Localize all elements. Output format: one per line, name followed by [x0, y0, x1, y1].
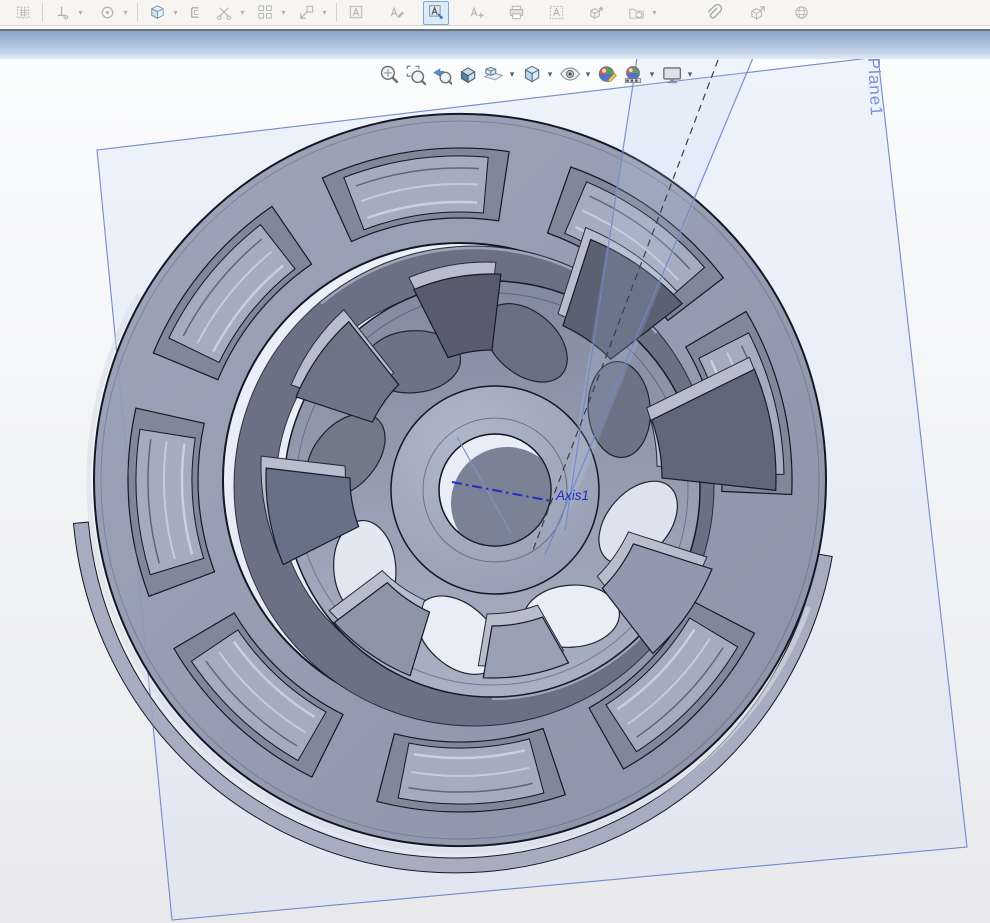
a-plus-icon [467, 3, 486, 22]
insert-annotation-button[interactable] [623, 1, 649, 25]
heads-up-view-toolbar: ▾ ▾ ▾ ▾ ▾ [376, 61, 696, 87]
apply-scene-button[interactable] [620, 61, 646, 87]
spell-checker-button[interactable] [383, 1, 409, 25]
paperclip-icon [704, 3, 723, 22]
printer-icon [507, 3, 526, 22]
graphics-viewport[interactable]: Axis1 Plane1 [0, 0, 990, 923]
feature-highlight-button[interactable] [583, 1, 609, 25]
viewport-top-gradient-bar [0, 31, 990, 59]
section-icon [456, 63, 478, 85]
attachments-button[interactable] [700, 1, 726, 25]
cube-sparkle-icon [587, 3, 606, 22]
exit-sketch-dropdown-arrow[interactable]: ▾ [319, 2, 330, 24]
hide-show-items-dropdown-arrow[interactable]: ▾ [582, 61, 594, 87]
view-orient-icon [482, 63, 504, 85]
plane1-label[interactable]: Plane1 [864, 57, 886, 117]
solid-bodies-button[interactable] [144, 1, 170, 25]
eye-icon [558, 63, 580, 85]
pack-and-go-button[interactable] [744, 1, 770, 25]
exit-arrow-icon [297, 3, 316, 22]
folder-cube-icon [627, 3, 646, 22]
monitor-icon [660, 63, 682, 85]
circle-icon [98, 3, 117, 22]
insert-annotation-dropdown-arrow[interactable]: ▾ [649, 2, 660, 24]
axis1-label[interactable]: Axis1 [555, 488, 589, 503]
pattern-icon [256, 3, 275, 22]
top-toolbar: ▾ ▾ ▾ ▾ ▾ ▾ ▾ [0, 0, 990, 26]
cube3d-icon [148, 3, 167, 22]
convert-entities-button[interactable] [181, 1, 207, 25]
previous-view-button[interactable] [428, 61, 454, 87]
scene-ball-icon [622, 63, 644, 85]
reference-axis-button[interactable] [49, 1, 75, 25]
reference-axis-dropdown-arrow[interactable]: ▾ [75, 2, 86, 24]
slot-arc-bar [398, 739, 544, 804]
axis-icon [53, 3, 72, 22]
hide-show-items-button[interactable] [556, 61, 582, 87]
zoom-area-icon [404, 63, 426, 85]
view-orientation-button[interactable] [480, 61, 506, 87]
linear-pattern-dropdown-arrow[interactable]: ▾ [278, 2, 289, 24]
sync-globe-icon [792, 3, 811, 22]
reference-point-dropdown-arrow[interactable]: ▾ [120, 2, 131, 24]
prev-view-icon [430, 63, 452, 85]
a-arrow-icon [427, 3, 446, 22]
zoom-fit-icon [378, 63, 400, 85]
cshape-icon [185, 3, 204, 22]
view-orientation-dropdown-arrow[interactable]: ▾ [506, 61, 518, 87]
note-button[interactable] [343, 1, 369, 25]
print-stamp-button[interactable] [503, 1, 529, 25]
toolbar-separator [336, 3, 337, 22]
trim-entities-button[interactable] [211, 1, 237, 25]
a-dashed-icon [547, 3, 566, 22]
balloon-button[interactable] [463, 1, 489, 25]
toolbar-separator [137, 3, 138, 22]
format-painter-button[interactable] [423, 1, 449, 25]
view-settings-dropdown-arrow[interactable]: ▾ [684, 61, 696, 87]
appearance-ball-icon [596, 63, 618, 85]
zoom-to-area-button[interactable] [402, 61, 428, 87]
update-references-button[interactable] [788, 1, 814, 25]
grid-box-icon [14, 3, 33, 22]
a-pencil-icon [387, 3, 406, 22]
solid-bodies-dropdown-arrow[interactable]: ▾ [170, 2, 181, 24]
display-style-dropdown-arrow[interactable]: ▾ [544, 61, 556, 87]
reference-point-button[interactable] [94, 1, 120, 25]
linear-pattern-button[interactable] [252, 1, 278, 25]
display-style-icon [520, 63, 542, 85]
section-view-button[interactable] [454, 61, 480, 87]
sketch-filter-button[interactable] [10, 1, 36, 25]
apply-scene-dropdown-arrow[interactable]: ▾ [646, 61, 658, 87]
toolbar-separator [42, 3, 43, 22]
trim-entities-dropdown-arrow[interactable]: ▾ [237, 2, 248, 24]
a-box-icon [347, 3, 366, 22]
scissors-icon [215, 3, 234, 22]
box-arrow-icon [748, 3, 767, 22]
zoom-to-fit-button[interactable] [376, 61, 402, 87]
hatch-area-button[interactable] [543, 1, 569, 25]
exit-sketch-button[interactable] [293, 1, 319, 25]
view-settings-button[interactable] [658, 61, 684, 87]
edit-appearance-button[interactable] [594, 61, 620, 87]
display-style-button[interactable] [518, 61, 544, 87]
